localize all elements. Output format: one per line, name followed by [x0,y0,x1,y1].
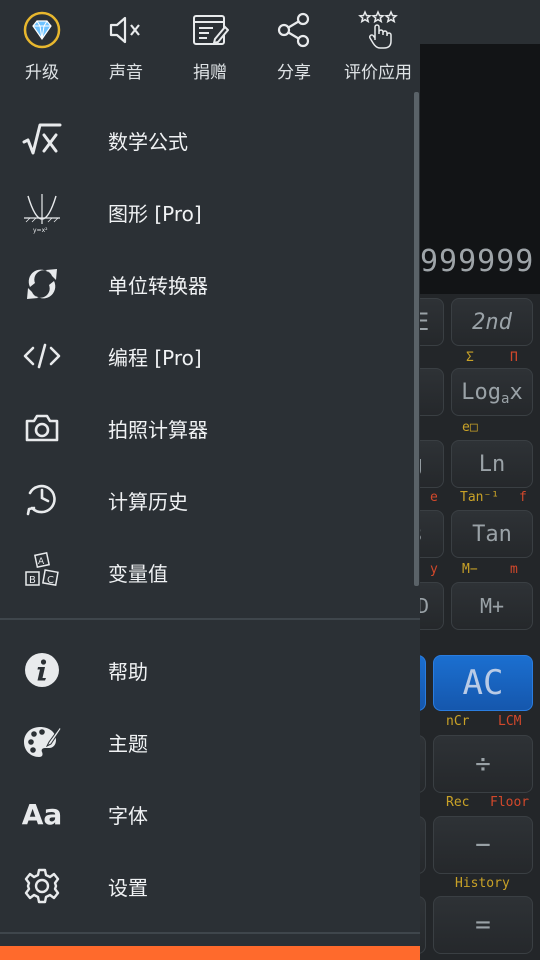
menu-item-photo-calculator[interactable]: 拍照计算器 [0,392,416,464]
key-log-x: x [509,379,523,405]
menu-label-unit-converter: 单位转换器 [108,273,208,298]
label-tan-inverse: Tan⁻¹ [460,490,500,505]
gear-icon [18,862,66,910]
abc-blocks-icon: A B C [18,548,66,596]
key-divide[interactable]: ÷ [433,735,533,793]
label-e-power: e□ [462,420,478,435]
accent-bar [0,946,420,960]
menu-label-variables: 变量值 [108,561,168,586]
key-log-label: Log [461,379,502,405]
block-letter-a: A [38,557,45,567]
menu-label-theme: 主题 [108,731,148,756]
label-lcm: LCM [498,714,522,729]
calculator-top-strip [420,0,540,44]
label-e: e [430,490,438,505]
donate-note-icon [190,10,230,50]
font-icon-glyph: Aa [21,797,63,831]
key-ac[interactable]: AC [433,655,533,711]
menu-label-settings: 设置 [108,875,148,900]
menu-label-graph: 图形 [Pro] [108,201,202,226]
rate-app-label: 评价应用 [344,63,412,83]
info-icon [18,646,66,694]
key-equals[interactable]: = [433,896,533,954]
share-label: 分享 [277,63,311,83]
menu-item-graph[interactable]: y=x² 图形 [Pro] [0,176,416,248]
menu-label-math-formulas: 数学公式 [108,129,188,154]
menu-label-help: 帮助 [108,659,148,684]
drawer-scrollbar[interactable] [414,92,419,586]
key-2nd[interactable]: 2nd [451,298,533,346]
rate-stars-icon [358,10,398,50]
palette-icon [18,718,66,766]
block-letter-c: C [47,575,54,586]
menu-label-history: 计算历史 [108,489,188,514]
history-clock-icon [18,476,66,524]
calculator-display: 999999 [420,244,535,279]
upgrade-label: 升级 [25,63,59,83]
menu-item-math-formulas[interactable]: 数学公式 [0,104,416,176]
graph-icon-caption: y=x² [33,227,48,234]
square-root-x-icon [18,116,66,164]
sound-label: 声音 [109,63,143,83]
label-y: y [430,562,438,577]
menu-label-programming: 编程 [Pro] [108,345,202,370]
block-letter-b: B [29,575,36,586]
menu-item-programming[interactable]: 编程 [Pro] [0,320,416,392]
menu-label-font: 字体 [108,803,148,828]
upgrade-button[interactable]: 升级 [0,0,84,96]
diamond-icon [22,10,62,50]
refresh-arrows-icon [18,260,66,308]
share-button[interactable]: 分享 [252,0,336,96]
label-m-minus: M− [462,562,478,577]
graph-parabola-icon: y=x² [18,188,66,236]
donate-label: 捐赠 [193,63,227,83]
menu-item-help[interactable]: 帮助 [0,634,416,706]
menu-item-unit-converter[interactable]: 单位转换器 [0,248,416,320]
key-ln[interactable]: Ln [451,440,533,488]
menu-label-photo-calculator: 拍照计算器 [108,417,208,442]
share-icon [274,10,314,50]
menu-item-variables[interactable]: A B C 变量值 [0,536,416,608]
key-log-a[interactable]: Log a x [451,368,533,416]
key-m-plus[interactable]: M+ [451,582,533,630]
rate-app-button[interactable]: 评价应用 [336,0,420,96]
label-pi: Π [510,350,518,365]
navigation-drawer: 升级 声音 捐赠 分享 评价应用 数学公式 y=x² 图形 [Pro] 单位转换… [0,0,420,960]
key-log-sub: a [501,391,510,407]
menu-divider-bottom [0,932,420,934]
menu-item-history[interactable]: 计算历史 [0,464,416,536]
drawer-top-actions: 升级 声音 捐赠 分享 评价应用 [0,0,420,96]
label-history: History [455,876,510,891]
sound-button[interactable]: 声音 [84,0,168,96]
code-brackets-icon [18,332,66,380]
label-f: f [519,490,527,505]
menu-item-font[interactable]: Aa 字体 [0,778,416,850]
key-tan[interactable]: Tan [451,510,533,558]
font-aa-icon: Aa [18,790,66,838]
label-floor: Floor [490,795,530,810]
label-ncr: nCr [446,714,470,729]
camera-icon [18,404,66,452]
key-minus[interactable]: − [433,816,533,874]
label-sigma: Σ [466,350,474,365]
donate-button[interactable]: 捐赠 [168,0,252,96]
menu-item-settings[interactable]: 设置 [0,850,416,922]
label-rec: Rec [446,795,470,810]
menu-divider-top [0,618,420,620]
label-m: m [510,562,518,577]
sound-muted-icon [106,10,146,50]
menu-item-theme[interactable]: 主题 [0,706,416,778]
